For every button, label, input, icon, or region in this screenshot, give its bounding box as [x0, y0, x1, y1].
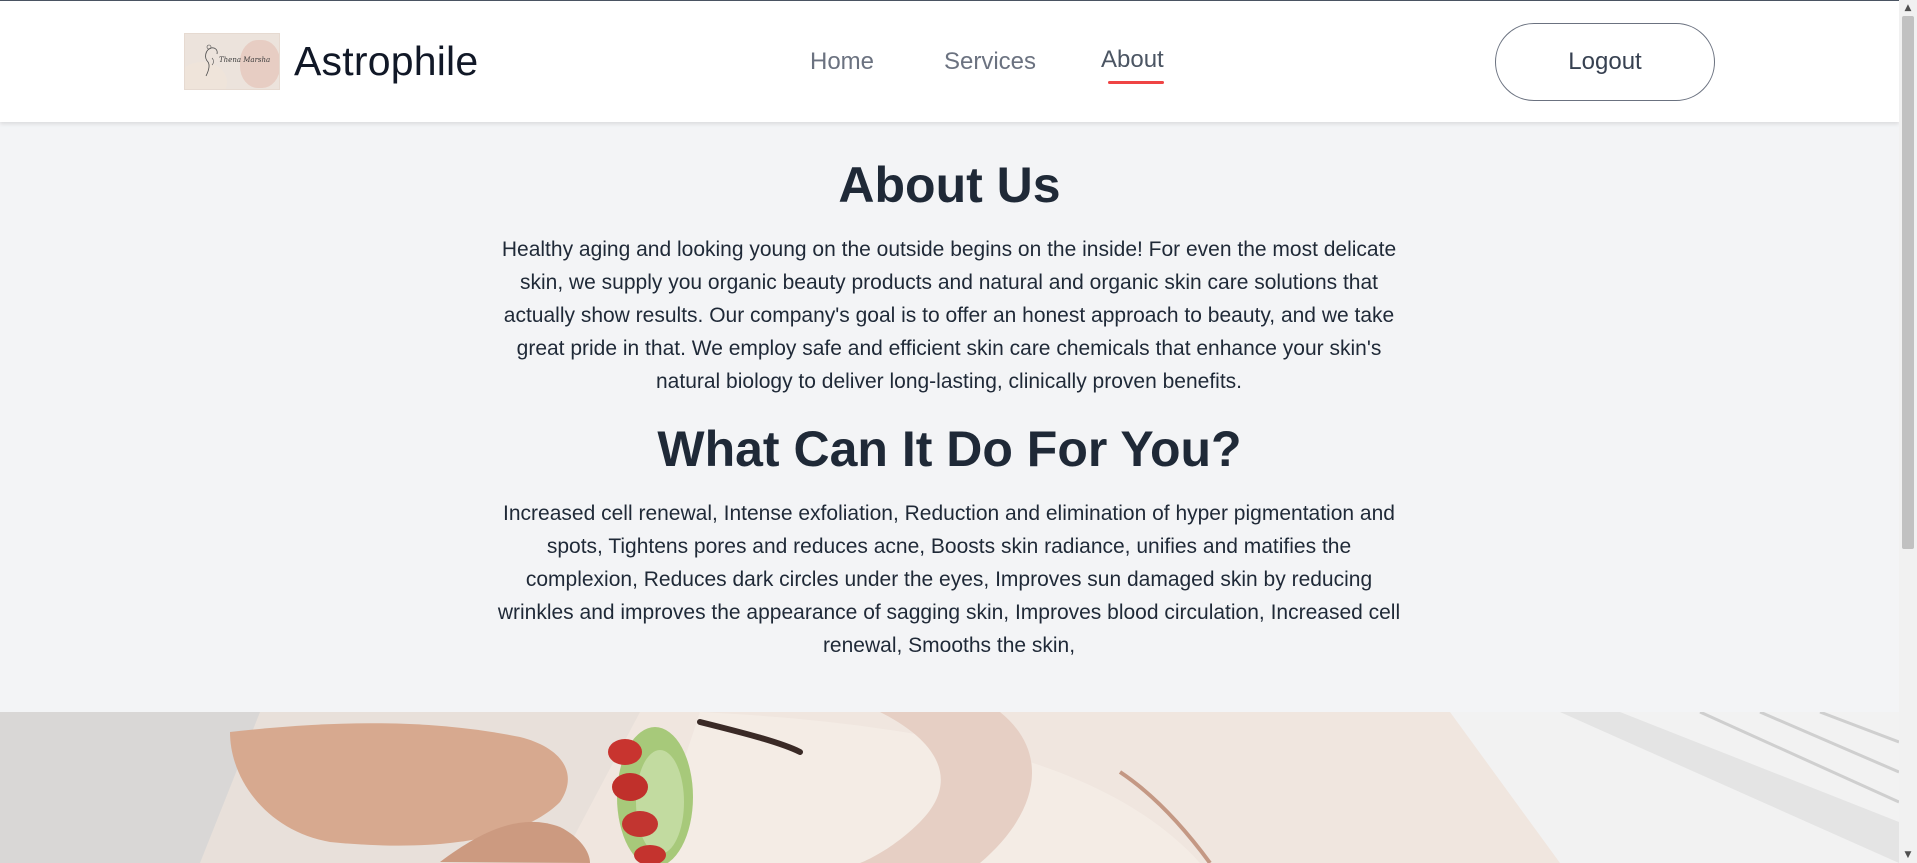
main-content: About Us Healthy aging and looking young…	[0, 122, 1899, 712]
brand-logo: Thena Marsha	[184, 33, 280, 90]
navbar: Thena Marsha Astrophile Home Services Ab…	[0, 1, 1899, 122]
nav-home-link[interactable]: Home	[810, 48, 874, 76]
benefits-title: What Can It Do For You?	[657, 421, 1242, 477]
brand-name: Astrophile	[294, 38, 479, 84]
scroll-up-arrow-icon[interactable]: ▲	[1899, 0, 1917, 16]
benefits-paragraph: Increased cell renewal, Intense exfoliat…	[497, 502, 1401, 657]
logout-button[interactable]: Logout	[1495, 23, 1715, 101]
active-nav-indicator	[1108, 81, 1164, 84]
brand[interactable]: Thena Marsha Astrophile	[184, 33, 478, 90]
nav-about-link[interactable]: About	[1101, 46, 1164, 74]
nav-services-link[interactable]: Services	[944, 48, 1036, 76]
about-title: About Us	[838, 157, 1061, 213]
facial-treatment-image	[0, 712, 1899, 863]
facial-treatment-illustration	[0, 712, 1899, 863]
about-paragraph: Healthy aging and looking young on the o…	[501, 238, 1397, 393]
vertical-scrollbar[interactable]: ▲ ▼	[1899, 0, 1917, 863]
logo-script-text: Thena Marsha	[219, 56, 271, 64]
scrollbar-thumb[interactable]	[1902, 16, 1914, 549]
scroll-down-arrow-icon[interactable]: ▼	[1899, 847, 1917, 863]
